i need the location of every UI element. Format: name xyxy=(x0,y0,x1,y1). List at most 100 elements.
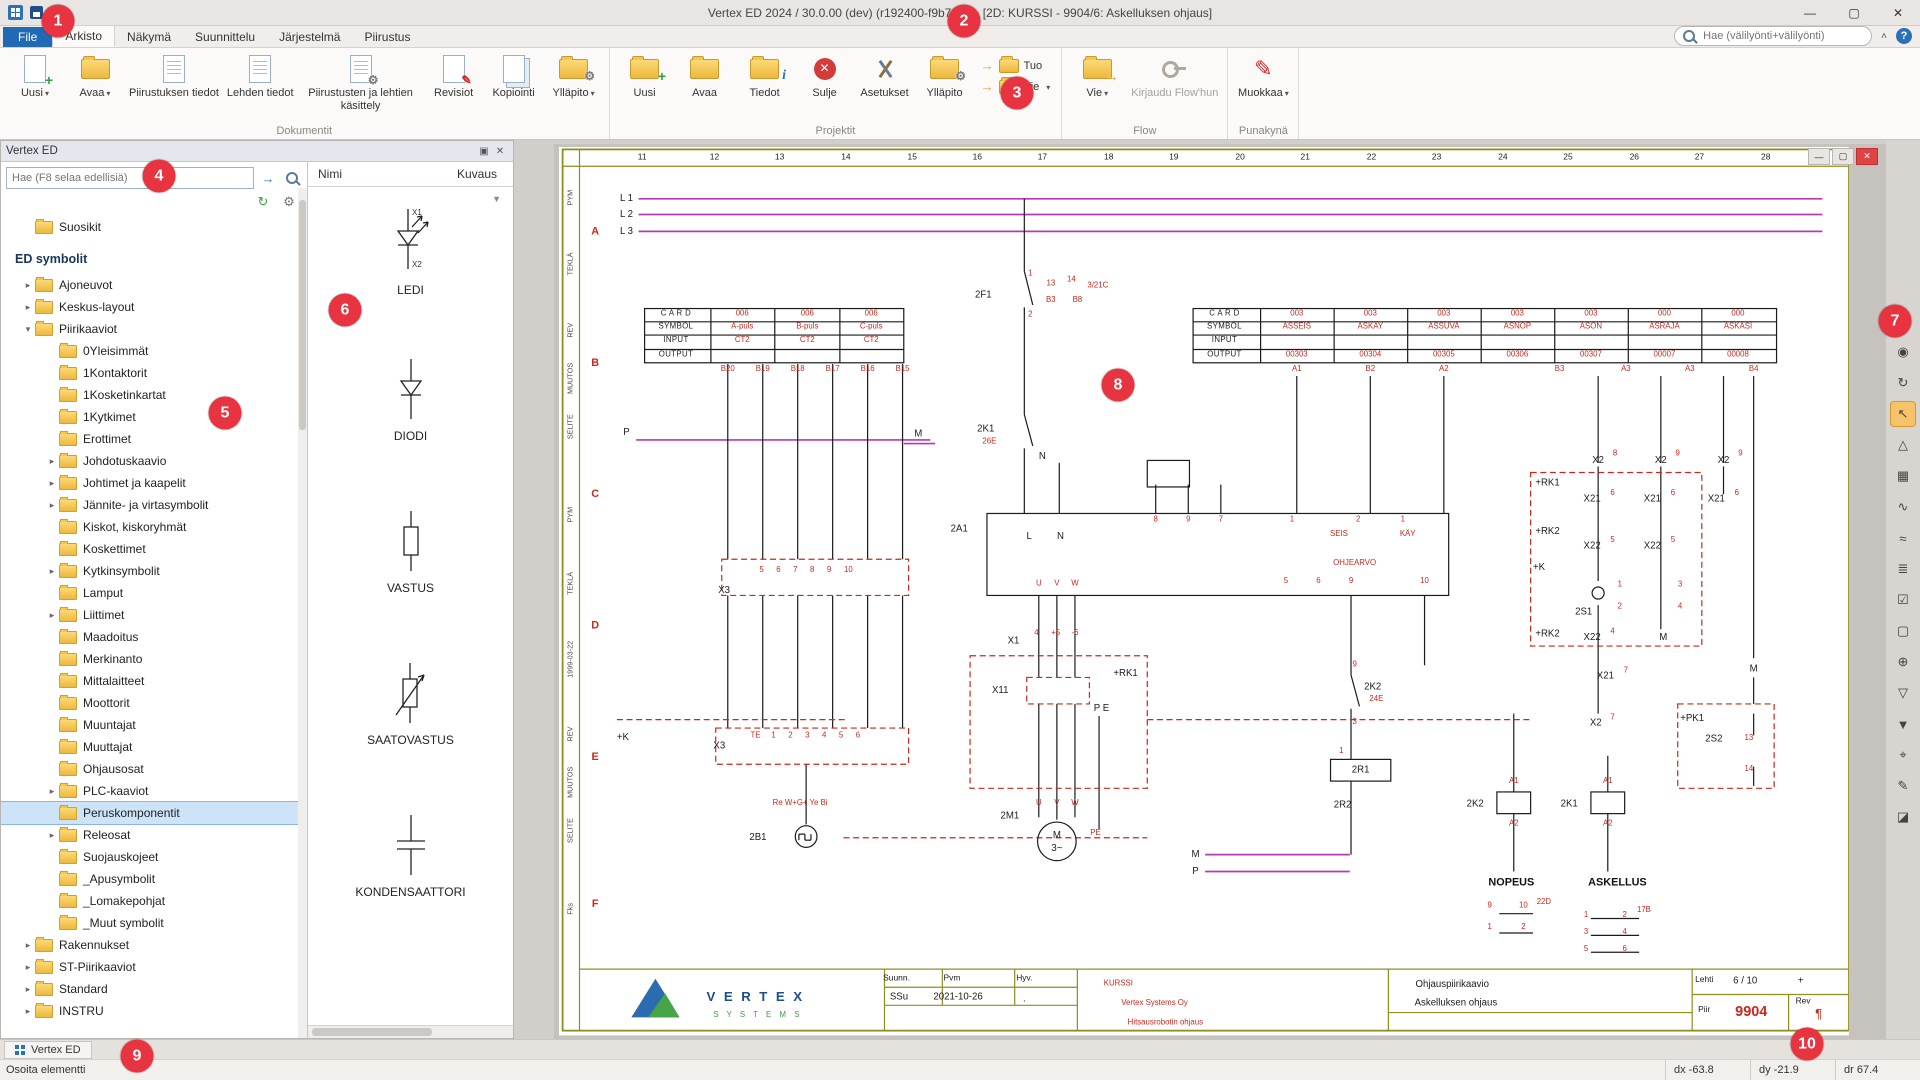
tree-item[interactable]: Koskettimet xyxy=(1,538,307,560)
snap-icon[interactable]: ⌖ xyxy=(1891,743,1915,767)
tree-item[interactable]: Maadoitus xyxy=(1,626,307,648)
symbol-item-ledi[interactable]: X1 X2 LEDI xyxy=(384,203,438,355)
project-info-button[interactable]: Tiedot xyxy=(735,50,795,103)
document-tab[interactable]: Vertex ED xyxy=(4,1041,92,1059)
doc-close-button[interactable]: ✕ xyxy=(1856,148,1878,165)
close-button[interactable]: ✕ xyxy=(1876,0,1920,25)
scrollbar-thumb[interactable] xyxy=(312,1028,432,1036)
select-arrow-icon[interactable]: ↖ xyxy=(1891,402,1915,426)
zoom-in-icon[interactable]: ⊕ xyxy=(1891,650,1915,674)
tab-jarjestelma[interactable]: Järjestelmä xyxy=(267,27,352,47)
horizontal-scrollbar[interactable] xyxy=(308,1025,513,1038)
tree-item[interactable]: Kiskot, kiskoryhmät xyxy=(1,516,307,538)
redline-edit-button[interactable]: Muokkaa xyxy=(1233,50,1293,103)
tab-nakyma[interactable]: Näkymä xyxy=(115,27,183,47)
drawings-sheets-manage-button[interactable]: Piirustusten ja lehtien käsittely xyxy=(298,50,424,115)
tree-item[interactable]: Muuntajat xyxy=(1,714,307,736)
grid-icon[interactable]: ▦ xyxy=(1891,464,1915,488)
tree-item[interactable]: Erottimet xyxy=(1,428,307,450)
doc-restore-button[interactable]: ▢ xyxy=(1832,148,1854,165)
tree-item[interactable]: ▸ ST-Piirikaaviot xyxy=(1,956,307,978)
scrollbar-thumb[interactable] xyxy=(299,200,306,430)
symbol-search-input[interactable] xyxy=(6,167,254,189)
tree-item[interactable]: Muuttajat xyxy=(1,736,307,758)
minimize-button[interactable]: — xyxy=(1788,0,1832,25)
checklist-icon[interactable]: ☑ xyxy=(1891,588,1915,612)
settings-button[interactable] xyxy=(279,192,299,212)
tree-item[interactable]: ▸ Rakennukset xyxy=(1,934,307,956)
tree-scrollbar[interactable] xyxy=(298,188,307,1038)
project-maintenance-button[interactable]: Ylläpito xyxy=(915,50,975,103)
tree-item[interactable]: ED symbolit xyxy=(1,248,307,270)
tree-item[interactable]: Mittalaitteet xyxy=(1,670,307,692)
filter-icon[interactable] xyxy=(492,194,501,204)
tree-item[interactable]: Peruskomponentit xyxy=(1,802,307,824)
global-search-input[interactable] xyxy=(1701,29,1863,43)
panel-close-icon[interactable] xyxy=(492,146,508,157)
flow-export-button[interactable]: Vie xyxy=(1067,50,1127,103)
column-header-kuvaus[interactable]: Kuvaus xyxy=(457,167,503,181)
tree-item[interactable]: Ohjausosat xyxy=(1,758,307,780)
pin-icon[interactable]: ◉ xyxy=(1891,340,1915,364)
tree-item[interactable]: ▸ Keskus-layout xyxy=(1,296,307,318)
refresh-button[interactable] xyxy=(253,192,273,212)
tree-item[interactable]: Suosikit xyxy=(1,216,307,238)
global-search-box[interactable] xyxy=(1674,26,1872,46)
tree-item[interactable]: _Apusymbolit xyxy=(1,868,307,890)
document-open-button[interactable]: Avaa xyxy=(65,50,125,103)
tree-item[interactable]: ▸ Johtimet ja kaapelit xyxy=(1,472,307,494)
help-icon[interactable]: ? xyxy=(1896,28,1912,44)
tree-item[interactable]: Lamput xyxy=(1,582,307,604)
tree-item[interactable]: ▸ Jännite- ja virtasymbolit xyxy=(1,494,307,516)
filter-active-icon[interactable]: ▼ xyxy=(1891,712,1915,736)
layers-icon[interactable]: ≣ xyxy=(1891,557,1915,581)
project-import-button[interactable]: Tuo xyxy=(981,58,1051,73)
filter-icon[interactable]: ▽ xyxy=(1891,681,1915,705)
symbol-item-kondensaattori[interactable]: KONDENSAATTORI xyxy=(355,811,465,963)
collapse-ribbon-icon[interactable]: ˄ xyxy=(1881,31,1887,42)
tree-item[interactable]: ▸ PLC-kaaviot xyxy=(1,780,307,802)
tree-item[interactable]: Merkinanto xyxy=(1,648,307,670)
doc-minimize-button[interactable]: — xyxy=(1808,148,1830,165)
project-new-button[interactable]: Uusi xyxy=(615,50,675,103)
symbol-item-saatovastus[interactable]: SAATOVASTUS xyxy=(367,659,454,811)
redline-icon[interactable]: ✎ xyxy=(1891,774,1915,798)
tree-item[interactable]: ▸ Ajoneuvot xyxy=(1,274,307,296)
symbol-item-vastus[interactable]: VASTUS xyxy=(387,507,434,659)
tree-item[interactable]: 1Kontaktorit xyxy=(1,362,307,384)
document-maintenance-button[interactable]: Ylläpito xyxy=(544,50,604,103)
tree-item[interactable]: ▸ Liittimet xyxy=(1,604,307,626)
maximize-button[interactable]: ▢ xyxy=(1832,0,1876,25)
sheet-info-button[interactable]: Lehden tiedot xyxy=(223,50,298,103)
tree-item[interactable]: ▸ Standard xyxy=(1,978,307,1000)
rotate-icon[interactable]: ↻ xyxy=(1891,371,1915,395)
tree-item[interactable]: 0Yleisimmät xyxy=(1,340,307,362)
tree-item[interactable]: 1Kosketinkartat xyxy=(1,384,307,406)
project-open-button[interactable]: Avaa xyxy=(675,50,735,103)
drawing-canvas[interactable]: — ▢ ✕ 1112131415161718192021222324252627… xyxy=(554,144,1886,1039)
tree-item[interactable]: _Muut symbolit xyxy=(1,912,307,934)
tree-item[interactable]: ▸ INSTRU xyxy=(1,1000,307,1022)
tree-item[interactable]: ▸ Kytkinsymbolit xyxy=(1,560,307,582)
tab-file[interactable]: File xyxy=(3,27,52,47)
tree-item[interactable]: ▾ Piirikaaviot xyxy=(1,318,307,340)
flow-login-button[interactable]: Kirjaudu Flow'hun xyxy=(1127,50,1222,103)
copy-button[interactable]: Kopiointi xyxy=(484,50,544,103)
document-new-button[interactable]: Uusi xyxy=(5,50,65,103)
save-icon[interactable] xyxy=(30,6,43,19)
revisions-button[interactable]: Revisiot xyxy=(424,50,484,103)
project-export-button[interactable]: Vie xyxy=(981,79,1051,94)
tab-piirustus[interactable]: Piirustus xyxy=(352,27,422,47)
search-button[interactable] xyxy=(282,168,302,188)
project-settings-button[interactable]: Asetukset xyxy=(855,50,915,103)
tree-item[interactable]: Moottorit xyxy=(1,692,307,714)
app-icon[interactable] xyxy=(8,5,23,20)
column-header-nimi[interactable]: Nimi xyxy=(318,167,342,181)
drawing-info-button[interactable]: Piirustuksen tiedot xyxy=(125,50,223,103)
spline-icon[interactable]: ≈ xyxy=(1891,526,1915,550)
tree-item[interactable]: _Lomakepohjat xyxy=(1,890,307,912)
dock-icon[interactable] xyxy=(476,146,492,157)
project-close-button[interactable]: Sulje xyxy=(795,50,855,103)
triangle-icon[interactable]: △ xyxy=(1891,433,1915,457)
tree-item[interactable]: 1Kytkimet xyxy=(1,406,307,428)
